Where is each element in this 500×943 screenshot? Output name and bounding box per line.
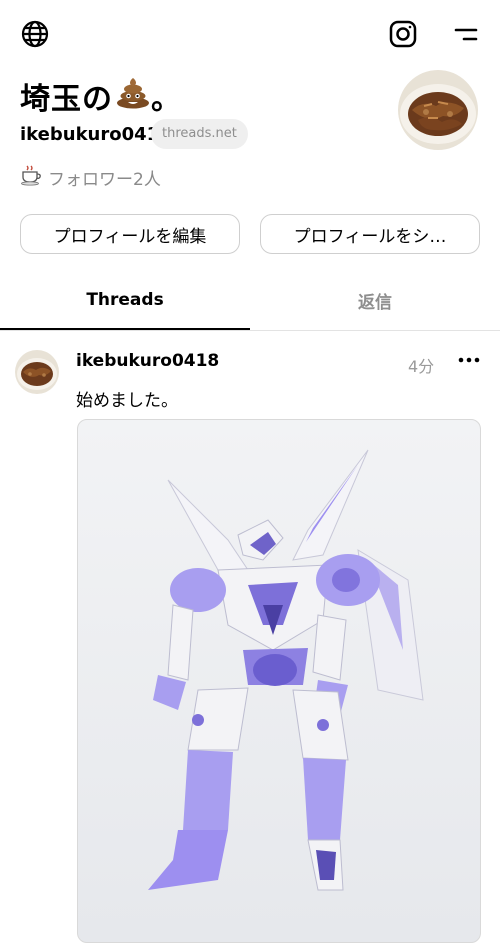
menu-icon[interactable]	[448, 17, 482, 51]
followers-row[interactable]: フォロワー2人	[20, 164, 161, 191]
globe-icon[interactable]	[18, 17, 52, 51]
active-tab-indicator	[0, 328, 250, 330]
followers-count: フォロワー2人	[48, 170, 161, 190]
post-text: 始めました。	[76, 391, 178, 411]
post-username[interactable]: ikebukuro0418	[76, 351, 219, 371]
threads-domain-badge[interactable]: threads.net	[151, 119, 248, 149]
post-timestamp: 4分	[408, 357, 435, 376]
profile-name-suffix: 。	[151, 82, 182, 117]
profile-handle: ikebukuro0418	[20, 124, 172, 145]
tab-replies[interactable]: 返信	[250, 270, 500, 330]
post-avatar[interactable]	[15, 350, 59, 394]
more-horizontal-icon[interactable]	[456, 347, 482, 373]
coffee-cup-icon	[20, 164, 42, 191]
profile-name-text: 埼玉の	[20, 82, 113, 117]
profile-avatar[interactable]	[398, 70, 478, 150]
top-bar	[0, 0, 500, 68]
tab-threads[interactable]: Threads	[0, 270, 250, 330]
poop-emoji-icon	[115, 75, 151, 117]
thread-post[interactable]: ikebukuro0418 4分 始めました。	[0, 331, 500, 943]
share-profile-button[interactable]: プロフィールをシ…	[260, 214, 480, 254]
profile-name: 埼玉の 。	[20, 74, 182, 118]
post-image-mecha-figure[interactable]	[77, 419, 481, 943]
profile-tabs: Threads 返信	[0, 270, 500, 331]
edit-profile-button[interactable]: プロフィールを編集	[20, 214, 240, 254]
instagram-icon[interactable]	[386, 17, 420, 51]
